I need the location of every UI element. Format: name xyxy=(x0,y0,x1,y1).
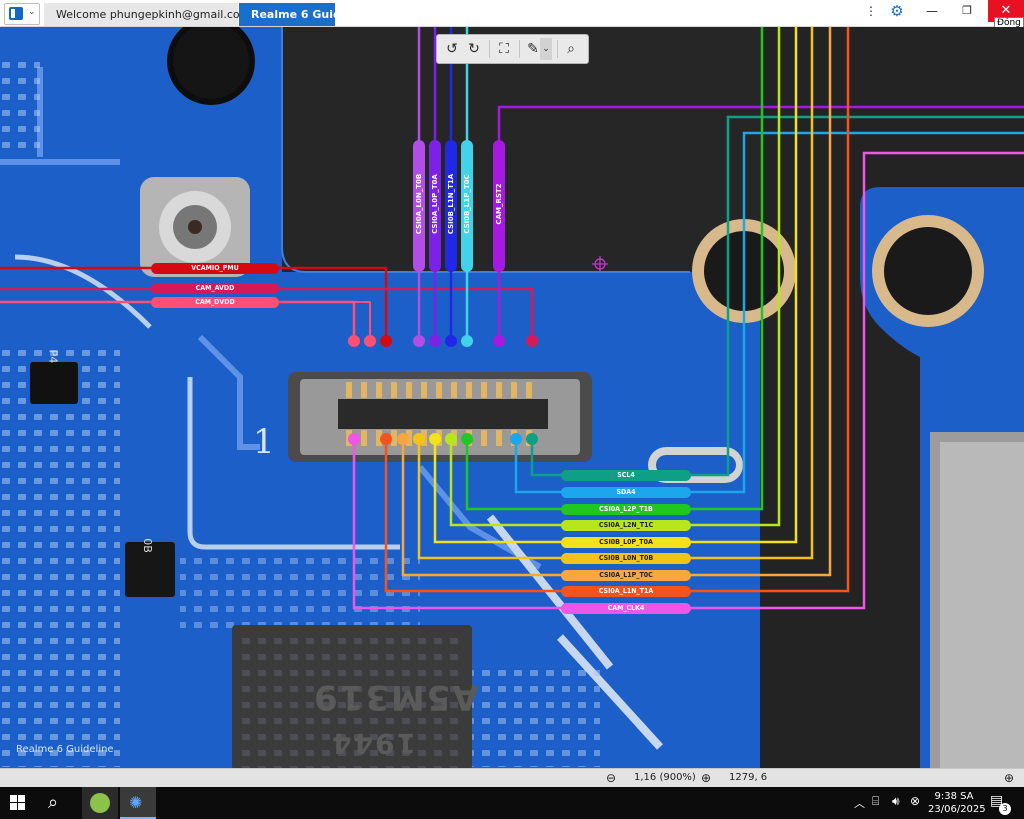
label-cam-avdd[interactable]: CAM_AVDD xyxy=(151,283,279,294)
label-vcamio-pmu[interactable]: VCAMIO_PMU xyxy=(151,263,279,274)
chevron-down-icon: ⌄ xyxy=(28,7,36,17)
small-chip-marking-2: 0B xyxy=(140,538,154,553)
minimize-button[interactable]: — xyxy=(918,0,946,22)
label-csi0b-l1n-t1a[interactable]: CSI0B_L1N_T1A xyxy=(445,140,457,272)
label-csi0b-l1p-t0c[interactable]: CSI0B_L1P_T0C xyxy=(461,140,473,272)
orion-app-icon xyxy=(90,793,110,813)
label-csi0a-l2n-t1c[interactable]: CSI0A_L2N_T1C xyxy=(561,520,691,531)
taskbar: ⌕ ✺ ︿ ⌸ 🔊︎ ⊗ 9:38 SA 23/06/2025 ▤ 3 xyxy=(0,787,1024,819)
label-cam-dvdd[interactable]: CAM_DVDD xyxy=(151,297,279,308)
small-chip-marking-1: P4 xyxy=(46,349,60,364)
label-csi0a-l0n-t0b-text: CSI0A_L0N_T0B xyxy=(415,173,423,235)
tab-realme-guideline[interactable]: Realme 6 Guideline xyxy=(239,3,371,26)
label-csi0a-l0p-t0a[interactable]: CSI0A_L0P_T0A xyxy=(429,140,441,272)
app-icon xyxy=(9,7,23,20)
label-cam-rst2-text: CAM_RST2 xyxy=(495,183,503,225)
gear-icon[interactable]: ⚙ xyxy=(886,0,908,22)
search-icon[interactable]: ⌕ xyxy=(48,792,58,813)
toolbar-divider xyxy=(557,40,558,58)
input-status-icon[interactable]: ⊗ xyxy=(910,794,920,808)
fit-screen-icon[interactable]: ⛶ xyxy=(493,38,515,60)
watermark-text: Realme 6 Guideline xyxy=(16,744,114,755)
label-csi0a-l1p-t0c[interactable]: CSI0A_L1P_T0C xyxy=(561,570,691,581)
zoom-out-icon[interactable]: ⊖ xyxy=(606,771,616,785)
label-csi0a-l2p-t1b[interactable]: CSI0A_L2P_T1B xyxy=(561,504,691,515)
status-bar: ⊖ 1,16 (900%) ⊕ 1279, 6 ⊕ xyxy=(0,768,1024,788)
toolbar-divider xyxy=(519,40,520,58)
chip-code: 1944 xyxy=(330,727,416,760)
viewer-toolbar: ↺ ↻ ⛶ ✎ ⌄ ⌕ xyxy=(436,34,589,64)
label-cam-rst2[interactable]: CAM_RST2 xyxy=(493,140,505,272)
image-viewer[interactable]: 1 A5M319 1944 P4 0B Realme 6 Guideline V… xyxy=(0,27,1024,768)
viewer-app-icon: ✺ xyxy=(129,793,143,812)
taskbar-app-orion[interactable] xyxy=(82,787,118,819)
zoom-in-icon[interactable]: ⊕ xyxy=(701,771,711,785)
chip-marking: A5M319 xyxy=(312,677,479,717)
clock[interactable]: 9:38 SA 23/06/2025 xyxy=(928,790,986,816)
clock-time: 9:38 SA xyxy=(934,791,974,802)
label-csi0b-l0p-t0a[interactable]: CSI0B_L0P_T0A xyxy=(561,537,691,548)
board-number-label: 1 xyxy=(253,422,275,462)
label-csi0a-l0n-t0b[interactable]: CSI0A_L0N_T0B xyxy=(413,140,425,272)
app-menu-button[interactable]: ⌄ xyxy=(4,3,40,25)
chevron-down-icon[interactable]: ⌄ xyxy=(540,38,552,60)
label-csi0b-l1n-t1a-text: CSI0B_L1N_T1A xyxy=(447,173,455,235)
toolbar-divider xyxy=(489,40,490,58)
pcb-image xyxy=(0,27,1024,768)
chevron-up-icon[interactable]: ︿ xyxy=(854,795,865,811)
notification-count-badge: 3 xyxy=(999,803,1011,815)
label-csi0a-l1n-t1a[interactable]: CSI0A_L1N_T1A xyxy=(561,586,691,597)
tab-welcome[interactable]: Welcome phungepkinh@gmail.com - Orion xyxy=(44,3,291,26)
label-csi0b-l0n-t0b[interactable]: CSI0B_L0N_T0B xyxy=(561,553,691,564)
rotate-right-icon[interactable]: ↻ xyxy=(463,38,485,60)
search-icon[interactable]: ⌕ xyxy=(560,38,582,60)
cursor-coordinates: 1279, 6 xyxy=(729,772,768,783)
network-icon[interactable]: ⌸ xyxy=(872,794,879,809)
restore-button[interactable]: ❐ xyxy=(952,0,982,22)
title-bar: ⌄ Welcome phungepkinh@gmail.com - Orion … xyxy=(0,0,1024,29)
label-cam-clk4[interactable]: CAM_CLK4 xyxy=(561,603,691,614)
label-sda4[interactable]: SDA4 xyxy=(561,487,691,498)
label-csi0b-l1p-t0c-text: CSI0B_L1P_T0C xyxy=(463,174,471,234)
clock-date: 23/06/2025 xyxy=(928,804,986,815)
rotate-left-icon[interactable]: ↺ xyxy=(441,38,463,60)
zoom-level: 1,16 (900%) xyxy=(634,772,696,783)
label-csi0a-l0p-t0a-text: CSI0A_L0P_T0A xyxy=(431,174,439,234)
globe-icon[interactable]: ⊕ xyxy=(1004,771,1014,785)
windows-start-icon[interactable] xyxy=(10,795,26,811)
more-options-icon[interactable]: ⋮ xyxy=(864,0,878,22)
label-scl4[interactable]: SCL4 xyxy=(561,470,691,481)
taskbar-app-viewer[interactable]: ✺ xyxy=(120,787,156,819)
volume-icon[interactable]: 🔊︎ xyxy=(892,794,900,809)
